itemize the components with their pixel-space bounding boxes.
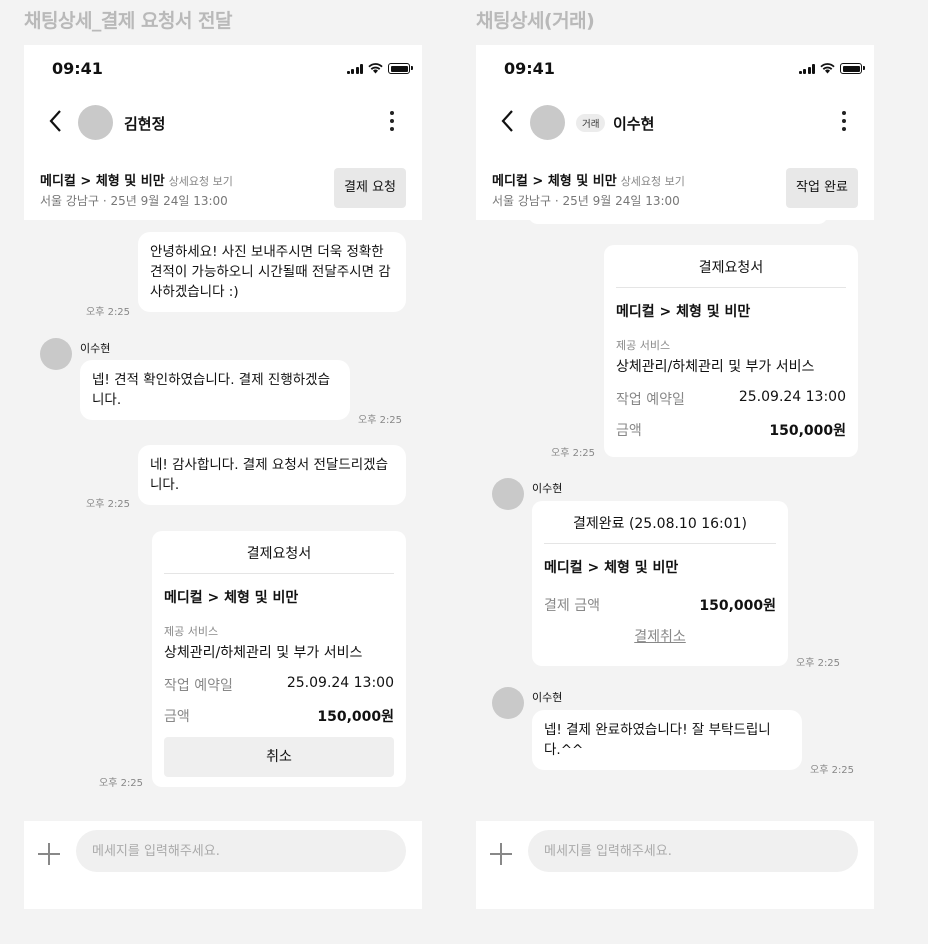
card-title: 결제요청서: [246, 546, 312, 562]
my-message-bubble: 안녕하세요! 사진 보내주시면 더욱 정확한 견적이 가능하오니 시간될때 전달…: [138, 232, 406, 312]
status-bar: 09:41: [24, 45, 422, 95]
message-input[interactable]: [76, 830, 406, 872]
chat-partner-name: 이수현: [613, 115, 655, 133]
signal-icon: [346, 63, 363, 74]
avatar[interactable]: [78, 105, 113, 140]
sender-name: 이수현: [532, 691, 563, 704]
more-options-icon[interactable]: [842, 111, 846, 131]
chat-header: 김현정: [24, 95, 422, 155]
payment-request-button[interactable]: 결제 요청: [334, 168, 406, 208]
signal-icon: [798, 63, 815, 74]
detail-request-link[interactable]: 상세요청 보기: [621, 175, 685, 188]
service-title: 메디컬 > 체형 및 비만: [40, 174, 165, 189]
payment-cancel-link[interactable]: 결제취소: [532, 626, 788, 646]
wifi-icon: [368, 63, 383, 74]
service-location-date: 서울 강남구 · 25년 9월 24일 13:00: [40, 194, 228, 208]
payment-request-card: 결제요청서 메디컬 > 체형 및 비만 제공 서비스 상체관리/하체관리 및 부…: [604, 245, 858, 457]
message-time: 오후 2:25: [810, 765, 855, 776]
message-time: 오후 2:25: [86, 307, 131, 318]
sender-name: 이수현: [80, 342, 111, 355]
detail-request-link[interactable]: 상세요청 보기: [169, 175, 233, 188]
chat-header: 거래 이수현: [476, 95, 874, 155]
plus-icon[interactable]: [490, 843, 512, 865]
status-time: 09:41: [52, 59, 103, 78]
card-service: 메디컬 > 체형 및 비만: [544, 560, 679, 576]
back-arrow-icon[interactable]: [48, 109, 62, 133]
battery-icon: [840, 63, 865, 74]
avatar: [40, 338, 72, 370]
phone-screen-transaction: 09:41 거래 이수현 메디컬 > 체형 및 비만 상세요청 보기 서울 강남구…: [476, 45, 874, 909]
message-time: 오후 2:25: [796, 658, 841, 669]
message-time: 오후 2:25: [551, 448, 596, 459]
received-message-bubble: 넵! 견적 확인하였습니다. 결제 진행하겠습니다.: [80, 360, 350, 420]
date-value: 25.09.24 13:00: [738, 389, 846, 405]
battery-icon: [388, 63, 413, 74]
avatar[interactable]: [530, 105, 565, 140]
sender-name: 이수현: [532, 482, 563, 495]
divider: [616, 287, 846, 288]
work-complete-button[interactable]: 작업 완료: [786, 168, 858, 208]
provided-service-label: 제공 서비스: [616, 339, 671, 352]
my-message-bubble: 네! 감사합니다. 결제 요청서 전달드리겠습니다.: [138, 445, 406, 505]
chat-partner-name: 김현정: [124, 115, 166, 133]
date-value: 25.09.24 13:00: [286, 675, 394, 691]
message-time: 오후 2:25: [358, 415, 403, 426]
card-title: 결제완료 (25.08.10 16:01): [572, 516, 748, 532]
received-message-bubble: 넵! 결제 완료하였습니다! 잘 부탁드립니다.^^: [532, 710, 802, 770]
date-label: 작업 예약일: [616, 392, 685, 408]
card-service: 메디컬 > 체형 및 비만: [164, 590, 299, 606]
scrolled-message-edge: [528, 210, 828, 224]
message-time: 오후 2:25: [86, 499, 131, 510]
date-label: 작업 예약일: [164, 678, 233, 694]
plus-icon[interactable]: [38, 843, 60, 865]
frame-title: 채팅상세_결제 요청서 전달: [24, 10, 233, 32]
frame-title: 채팅상세(거래): [476, 10, 595, 32]
amount-label: 금액: [616, 423, 642, 439]
divider: [544, 543, 776, 544]
avatar: [492, 478, 524, 510]
card-title: 결제요청서: [698, 260, 764, 276]
message-composer: [476, 821, 874, 909]
cancel-button[interactable]: 취소: [164, 737, 394, 777]
transaction-tag: 거래: [576, 114, 606, 132]
payment-complete-card: 결제완료 (25.08.10 16:01) 메디컬 > 체형 및 비만 결제 금…: [532, 501, 788, 666]
provided-service-value: 상체관리/하체관리 및 부가 서비스: [616, 359, 815, 375]
service-location-date: 서울 강남구 · 25년 9월 24일 13:00: [492, 194, 680, 208]
service-title: 메디컬 > 체형 및 비만: [492, 174, 617, 189]
service-info-bar: 메디컬 > 체형 및 비만 상세요청 보기 서울 강남구 · 25년 9월 24일…: [24, 155, 422, 220]
phone-screen-payment-request: 09:41 김현정 메디컬 > 체형 및 비만 상세요청 보기 서울 강남구 · …: [24, 45, 422, 909]
amount-label: 금액: [164, 709, 190, 725]
divider: [164, 573, 394, 574]
amount-value: 150,000원: [317, 709, 394, 725]
status-bar: 09:41: [476, 45, 874, 95]
paid-amount-label: 결제 금액: [544, 598, 600, 614]
provided-service-value: 상체관리/하체관리 및 부가 서비스: [164, 645, 363, 661]
paid-amount-value: 150,000원: [699, 598, 776, 614]
status-time: 09:41: [504, 59, 555, 78]
avatar: [492, 687, 524, 719]
message-input[interactable]: [528, 830, 858, 872]
wifi-icon: [820, 63, 835, 74]
message-composer: [24, 821, 422, 909]
card-service: 메디컬 > 체형 및 비만: [616, 304, 751, 320]
amount-value: 150,000원: [769, 423, 846, 439]
payment-request-card: 결제요청서 메디컬 > 체형 및 비만 제공 서비스 상체관리/하체관리 및 부…: [152, 531, 406, 787]
provided-service-label: 제공 서비스: [164, 625, 219, 638]
more-options-icon[interactable]: [390, 111, 394, 131]
message-time: 오후 2:25: [99, 778, 144, 789]
back-arrow-icon[interactable]: [500, 109, 514, 133]
